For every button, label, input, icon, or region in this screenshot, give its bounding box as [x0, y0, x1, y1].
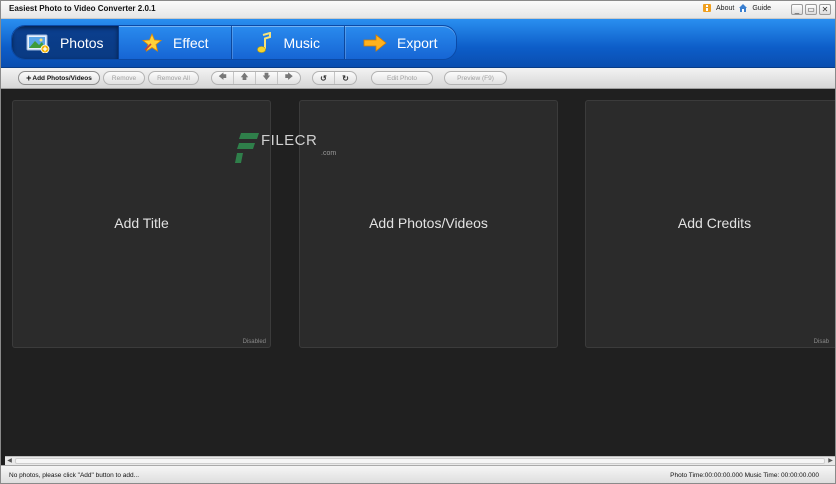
about-link[interactable]: About [716, 5, 734, 12]
tab-effect[interactable]: Effect [119, 26, 232, 59]
status-message: No photos, please click "Add" button to … [9, 472, 139, 479]
move-right-icon[interactable]: 🡆 [278, 72, 300, 84]
watermark-logo-icon [235, 133, 259, 163]
add-photos-button[interactable]: + Add Photos/Videos [18, 71, 100, 85]
watermark-text: FILECR [261, 132, 318, 149]
music-note-icon [257, 31, 272, 53]
title-links: About Guide [702, 3, 771, 13]
tab-photos[interactable]: Photos [12, 26, 119, 59]
add-credits-panel[interactable]: Add Credits Disab [585, 100, 835, 348]
title-disabled-label: Disabled [242, 339, 266, 345]
move-buttons: 🡄 🡅 🡇 🡆 [211, 71, 301, 85]
add-photos-panel[interactable]: Add Photos/Videos [299, 100, 558, 348]
close-button[interactable]: ✕ [819, 4, 831, 15]
tab-export-label: Export [397, 34, 438, 51]
tab-music[interactable]: Music [232, 26, 345, 59]
move-up-icon[interactable]: 🡅 [234, 72, 256, 84]
title-bar: Easiest Photo to Video Converter 2.0.1 A… [1, 1, 835, 19]
app-window: Easiest Photo to Video Converter 2.0.1 A… [0, 0, 836, 484]
tab-photos-label: Photos [59, 34, 104, 51]
add-credits-label: Add Credits [677, 215, 752, 231]
rotate-right-icon[interactable]: ↻ [335, 72, 356, 84]
restore-button[interactable]: ▭ [805, 4, 817, 15]
watermark-suffix: .com [321, 150, 337, 157]
tab-music-label: Music [283, 34, 321, 51]
home-icon [739, 4, 748, 12]
add-photos-label: Add Photos/Videos [32, 74, 92, 82]
effect-star-icon [141, 32, 163, 52]
preview-button[interactable]: Preview (F9) [444, 71, 507, 85]
move-left-icon[interactable]: 🡄 [212, 72, 234, 84]
scroll-left-icon[interactable]: ◀ [5, 457, 14, 465]
storyboard-area: Add Title Disabled Add Photos/Videos Add… [5, 90, 835, 456]
rotate-buttons: ↺ ↻ [312, 71, 357, 85]
scrollbar-thumb[interactable] [15, 458, 825, 464]
horizontal-scrollbar[interactable]: ◀ ▶ [5, 456, 835, 465]
minimize-button[interactable]: _ [791, 4, 803, 15]
credits-disabled-label: Disab [813, 339, 829, 345]
watermark: FILECR .com [235, 131, 336, 170]
main-tab-bar: Photos Effect Music Export [1, 19, 835, 68]
tab-group: Photos Effect Music Export [11, 25, 457, 60]
window-controls: _ ▭ ✕ [791, 4, 831, 15]
scroll-right-icon[interactable]: ▶ [826, 457, 835, 465]
about-icon [703, 4, 712, 12]
add-title-label: Add Title [114, 215, 169, 231]
add-title-panel[interactable]: Add Title Disabled [12, 100, 271, 348]
edit-photo-button[interactable]: Edit Photo [371, 71, 433, 85]
toolbar: + Add Photos/Videos Remove Remove All 🡄 … [1, 68, 835, 89]
photos-icon [26, 34, 50, 53]
status-bar: No photos, please click "Add" button to … [1, 465, 835, 483]
plus-icon: + [26, 73, 32, 83]
window-title: Easiest Photo to Video Converter 2.0.1 [9, 4, 156, 13]
move-down-icon[interactable]: 🡇 [256, 72, 278, 84]
tab-effect-label: Effect [172, 34, 209, 51]
tab-export[interactable]: Export [345, 26, 457, 59]
remove-all-button[interactable]: Remove All [148, 71, 199, 85]
status-times: Photo Time:00:00:00.000 Music Time: 00:0… [670, 472, 819, 479]
export-arrow-icon [363, 33, 387, 52]
rotate-left-icon[interactable]: ↺ [313, 72, 335, 84]
add-photos-videos-label: Add Photos/Videos [369, 215, 488, 231]
guide-link[interactable]: Guide [752, 5, 771, 12]
remove-button[interactable]: Remove [103, 71, 145, 85]
